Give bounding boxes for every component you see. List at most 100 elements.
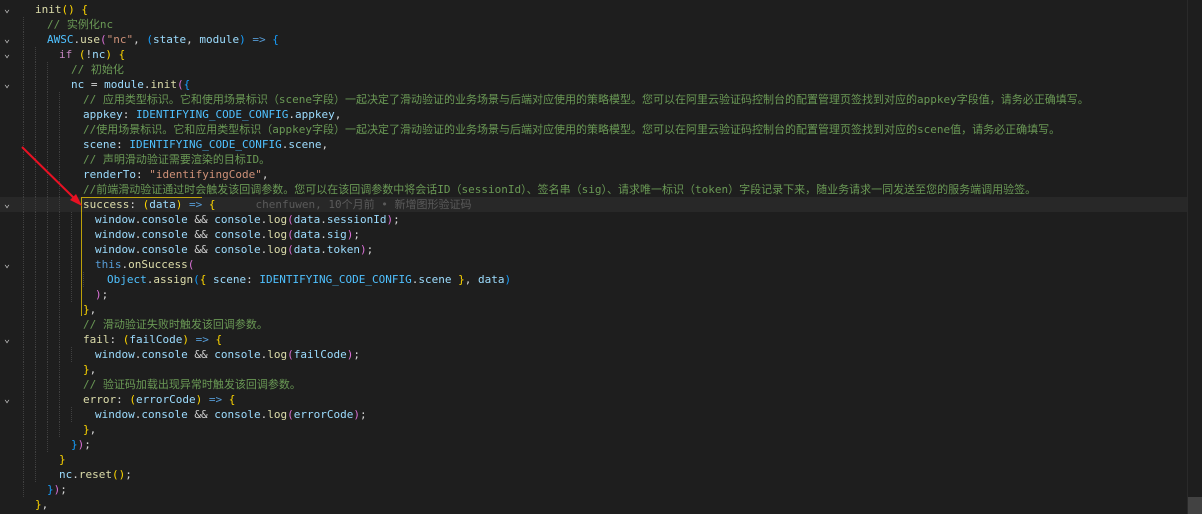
- fold-chevron-icon[interactable]: ⌄: [2, 32, 12, 47]
- code-line[interactable]: // 声明滑动验证需要渲染的目标ID。: [0, 152, 1202, 167]
- code-token: (: [193, 273, 200, 286]
- code-text: renderTo: "identifyingCode",: [83, 167, 268, 182]
- indent-guide: [35, 287, 36, 302]
- code-token: data: [477, 273, 505, 286]
- code-line[interactable]: // 应用类型标识。它和使用场景标识（scene字段）一起决定了滑动验证的业务场…: [0, 92, 1202, 107]
- indent-guide: [35, 377, 36, 392]
- indent-guide: [59, 182, 60, 197]
- fold-chevron-icon[interactable]: ⌄: [2, 392, 12, 407]
- code-line[interactable]: });: [0, 482, 1202, 497]
- code-line[interactable]: appkey: IDENTIFYING_CODE_CONFIG.appkey,: [0, 107, 1202, 122]
- code-line[interactable]: window.console && console.log(data.sessi…: [0, 212, 1202, 227]
- code-token: ): [239, 33, 246, 46]
- code-line[interactable]: //使用场景标识。它和应用类型标识（appkey字段）一起决定了滑动验证的业务场…: [0, 122, 1202, 137]
- scrollbar-thumb[interactable]: [1188, 497, 1202, 514]
- indent-guide: [47, 272, 48, 287]
- fold-chevron-icon[interactable]: ⌄: [2, 47, 12, 62]
- code-token: {: [272, 33, 279, 46]
- code-line[interactable]: ⌄ fail: (failCode) => {: [0, 332, 1202, 347]
- code-line[interactable]: // 滑动验证失败时触发该回调参数。: [0, 317, 1202, 332]
- code-token: console: [214, 408, 261, 421]
- code-line[interactable]: },: [0, 497, 1202, 512]
- code-line[interactable]: });: [0, 437, 1202, 452]
- code-line[interactable]: window.console && console.log(data.sig);: [0, 227, 1202, 242]
- indent-guide: [35, 467, 36, 482]
- indent-guide: [83, 272, 84, 287]
- code-line[interactable]: //前端滑动验证通过时会触发该回调参数。您可以在该回调参数中将会话ID（sess…: [0, 182, 1202, 197]
- code-line[interactable]: },: [0, 362, 1202, 377]
- code-token: if: [59, 48, 73, 61]
- code-text: if (!nc) {: [59, 47, 125, 62]
- indent-guide: [35, 62, 36, 77]
- code-line[interactable]: window.console && console.log(failCode);: [0, 347, 1202, 362]
- indent-guide: [47, 437, 48, 452]
- code-line[interactable]: // 初始化: [0, 62, 1202, 77]
- code-token: ): [359, 243, 367, 256]
- code-line[interactable]: Object.assign({ scene: IDENTIFYING_CODE_…: [0, 272, 1202, 287]
- indent-guide: [23, 92, 24, 107]
- code-line[interactable]: window.console && console.log(errorCode)…: [0, 407, 1202, 422]
- code-line[interactable]: ⌄ init() {: [0, 2, 1202, 17]
- code-line[interactable]: ⌄ success: (data) => {chenfuwen, 10个月前 • …: [0, 197, 1202, 212]
- code-line[interactable]: // 实例化nc: [0, 17, 1202, 32]
- fold-chevron-icon[interactable]: ⌄: [2, 332, 12, 347]
- code-token: ,: [321, 138, 329, 151]
- code-comment: // 验证码加载出现异常时触发该回调参数。: [83, 378, 301, 391]
- code-token: log: [267, 348, 288, 361]
- indent-guide: [59, 212, 60, 227]
- code-token: :: [116, 138, 130, 151]
- code-token: (: [287, 243, 294, 256]
- indent-guide: [59, 272, 60, 287]
- indent-guide: [59, 287, 60, 302]
- code-token: :: [116, 393, 130, 406]
- indent-guide: [47, 92, 48, 107]
- code-token: window: [95, 408, 135, 421]
- code-line[interactable]: nc.reset();: [0, 467, 1202, 482]
- fold-chevron-icon[interactable]: ⌄: [2, 257, 12, 272]
- code-token: renderTo: [83, 168, 136, 181]
- code-token: IDENTIFYING_CODE_CONFIG: [259, 273, 412, 286]
- fold-chevron-icon[interactable]: ⌄: [2, 2, 12, 17]
- code-text: fail: (failCode) => {: [83, 332, 222, 347]
- code-editor[interactable]: ⌄ init() {// 实例化nc ⌄ AWSC.use("nc", (state,…: [0, 0, 1202, 514]
- code-line[interactable]: scene: IDENTIFYING_CODE_CONFIG.scene,: [0, 137, 1202, 152]
- indent-guide: [23, 452, 24, 467]
- code-line[interactable]: ⌄ error: (errorCode) => {: [0, 392, 1202, 407]
- code-line[interactable]: },: [0, 302, 1202, 317]
- code-token: (: [187, 258, 195, 271]
- code-token: .: [320, 228, 327, 241]
- indent-guide: [47, 362, 48, 377]
- code-token: &&: [187, 408, 215, 421]
- indent-guide: [35, 317, 36, 332]
- code-line[interactable]: window.console && console.log(data.token…: [0, 242, 1202, 257]
- code-token: data: [293, 213, 321, 226]
- code-token: :: [246, 273, 260, 286]
- code-token: data: [293, 228, 321, 241]
- code-line[interactable]: },: [0, 422, 1202, 437]
- code-line[interactable]: renderTo: "identifyingCode",: [0, 167, 1202, 182]
- code-line[interactable]: }: [0, 452, 1202, 467]
- code-comment: // 应用类型标识。它和使用场景标识（scene字段）一起决定了滑动验证的业务场…: [83, 93, 1089, 106]
- code-token: console: [141, 213, 188, 226]
- code-line[interactable]: ⌄ AWSC.use("nc", (state, module) => {: [0, 32, 1202, 47]
- fold-chevron-icon[interactable]: ⌄: [2, 77, 12, 92]
- vertical-scrollbar[interactable]: [1187, 0, 1202, 514]
- code-line[interactable]: // 验证码加载出现异常时触发该回调参数。: [0, 377, 1202, 392]
- code-comment: // 滑动验证失败时触发该回调参数。: [83, 318, 268, 331]
- code-token: module: [104, 78, 144, 91]
- code-text: // 实例化nc: [47, 17, 113, 32]
- indent-guide: [59, 227, 60, 242]
- indent-guide: [23, 467, 24, 482]
- code-line[interactable]: );: [0, 287, 1202, 302]
- code-token: {: [208, 198, 216, 211]
- code-token: errorCode: [136, 393, 196, 406]
- fold-chevron-icon[interactable]: ⌄: [2, 197, 12, 212]
- indent-guide: [59, 302, 60, 317]
- code-token: =: [84, 78, 105, 91]
- indent-guide: [47, 332, 48, 347]
- code-line[interactable]: ⌄ this.onSuccess(: [0, 257, 1202, 272]
- code-token: ;: [366, 243, 374, 256]
- code-line[interactable]: ⌄ nc = module.init({: [0, 77, 1202, 92]
- code-line[interactable]: ⌄ if (!nc) {: [0, 47, 1202, 62]
